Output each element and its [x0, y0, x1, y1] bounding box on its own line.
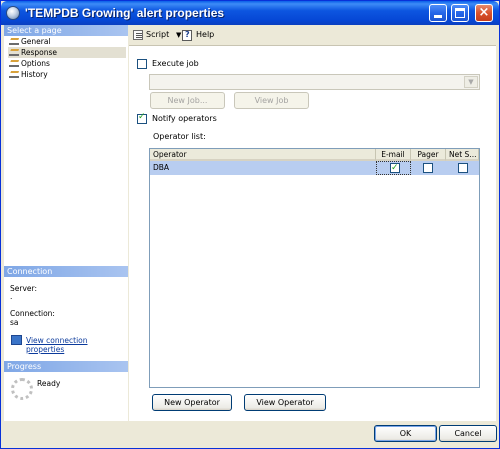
- job-select[interactable]: ▼: [149, 74, 480, 90]
- operator-grid[interactable]: Operator E-mail Pager Net S... DBA: [149, 148, 480, 388]
- page-item-options[interactable]: Options: [8, 58, 126, 69]
- server-value: .: [10, 292, 13, 301]
- close-icon: ×: [478, 5, 490, 20]
- left-panel: Select a page General Response Options H…: [4, 25, 128, 421]
- minimize-icon: [434, 15, 442, 18]
- progress-status: Ready: [37, 379, 61, 388]
- page-item-response[interactable]: Response: [8, 47, 126, 58]
- notify-operators-checkbox[interactable]: [137, 112, 147, 124]
- page-icon: [9, 60, 19, 67]
- maximize-button[interactable]: [451, 4, 469, 22]
- pager-checkbox[interactable]: [423, 163, 433, 173]
- view-operator-button[interactable]: View Operator: [244, 394, 326, 411]
- connection-icon: [11, 335, 22, 345]
- page-item-label: Response: [21, 48, 58, 57]
- maximize-icon: [455, 8, 465, 18]
- help-button[interactable]: Help: [182, 29, 214, 41]
- column-header-operator[interactable]: Operator: [150, 149, 376, 161]
- script-icon: [133, 30, 143, 40]
- help-label: Help: [196, 30, 215, 39]
- page-item-history[interactable]: History: [8, 69, 126, 80]
- toolbar: Script ▼ Help: [129, 25, 496, 46]
- execute-job-label: Execute job: [152, 59, 199, 68]
- script-label: Script: [146, 30, 170, 39]
- pager-cell[interactable]: [411, 161, 446, 175]
- alert-properties-window: 'TEMPDB Growing' alert properties × Sele…: [0, 0, 500, 449]
- window-title: 'TEMPDB Growing' alert properties: [25, 6, 225, 20]
- cancel-button[interactable]: Cancel: [439, 425, 497, 442]
- email-checkbox[interactable]: [390, 161, 400, 175]
- view-job-button[interactable]: View Job: [234, 92, 309, 109]
- server-label: Server:: [10, 284, 37, 293]
- minimize-button[interactable]: [429, 4, 447, 22]
- net-send-checkbox[interactable]: [458, 163, 468, 173]
- operator-list-label: Operator list:: [153, 132, 206, 141]
- execute-job-checkbox[interactable]: [137, 59, 147, 69]
- page-item-label: Options: [21, 59, 50, 68]
- page-icon: [9, 38, 19, 45]
- notify-operators-label: Notify operators: [152, 114, 217, 123]
- new-job-button[interactable]: New Job...: [150, 92, 225, 109]
- close-button[interactable]: ×: [475, 4, 493, 22]
- page-item-label: History: [21, 70, 48, 79]
- column-header-net-send[interactable]: Net S...: [446, 149, 479, 161]
- net-send-cell[interactable]: [446, 161, 479, 175]
- script-button[interactable]: Script: [133, 29, 169, 41]
- new-operator-button[interactable]: New Operator: [152, 394, 232, 411]
- table-row[interactable]: DBA: [150, 161, 479, 175]
- page-item-label: General: [21, 37, 51, 46]
- right-panel: Script ▼ Help Execute job ▼ New Job... V…: [129, 25, 496, 421]
- chevron-down-icon[interactable]: ▼: [464, 76, 478, 88]
- page-icon: [9, 71, 19, 78]
- connection-value: sa: [10, 318, 19, 327]
- title-bar[interactable]: 'TEMPDB Growing' alert properties ×: [1, 1, 499, 25]
- email-cell[interactable]: [376, 161, 411, 175]
- view-connection-properties-link[interactable]: View connection properties: [26, 336, 127, 354]
- column-header-email[interactable]: E-mail: [376, 149, 411, 161]
- column-header-pager[interactable]: Pager: [411, 149, 446, 161]
- page-item-general[interactable]: General: [8, 36, 126, 47]
- select-page-header: Select a page: [4, 25, 128, 36]
- script-dropdown-caret[interactable]: ▼: [176, 29, 181, 41]
- help-icon: [182, 29, 192, 41]
- operator-name: DBA: [153, 163, 170, 172]
- page-icon: [9, 49, 19, 56]
- connection-header: Connection: [4, 266, 128, 277]
- ok-button[interactable]: OK: [374, 425, 437, 442]
- progress-spinner-icon: [11, 378, 33, 400]
- app-icon: [6, 6, 20, 20]
- progress-header: Progress: [4, 361, 128, 372]
